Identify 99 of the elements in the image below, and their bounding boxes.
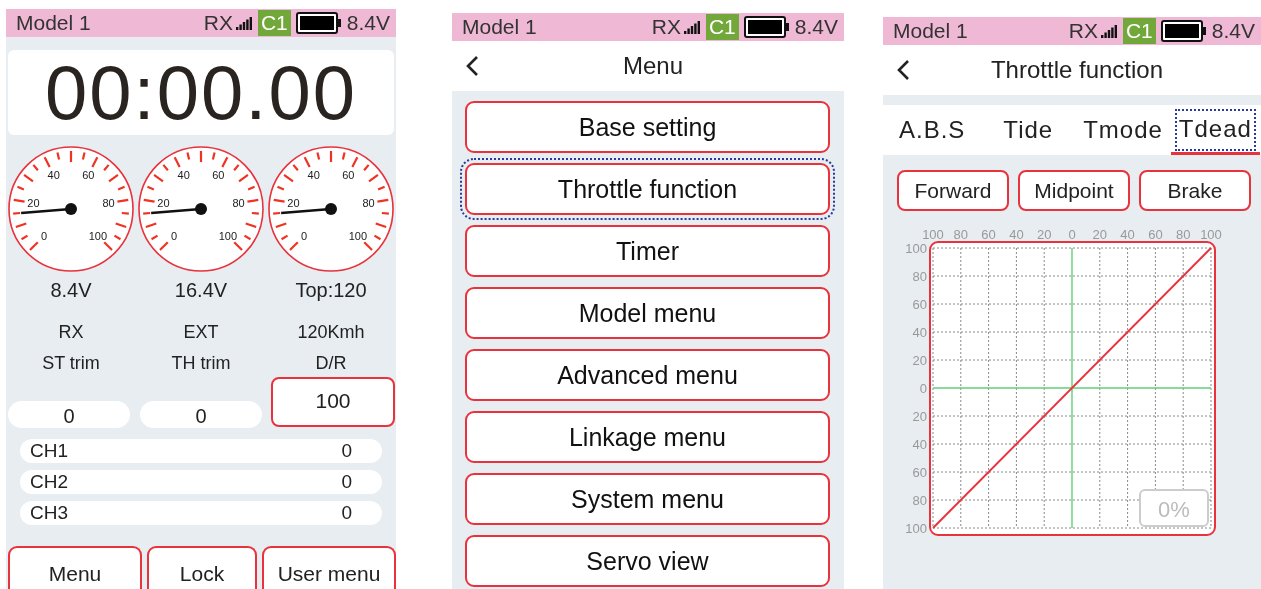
axis-tick-label: 80 (953, 227, 969, 242)
gauge-scale-label: 0 (171, 229, 178, 242)
channel-badge: C1 (1122, 18, 1156, 44)
gauge-scale-label: 60 (212, 169, 225, 182)
axis-tick-label: 40 (1009, 227, 1024, 242)
gauge-reading: 16.4V (174, 279, 228, 302)
axis-tick-label: 80 (912, 269, 927, 284)
channel-name: CH2 (30, 471, 68, 493)
axis-tick-label: 100 (922, 227, 944, 242)
gauge-scale-label: 80 (102, 197, 115, 210)
gauge-scale-label: 20 (157, 197, 170, 210)
channel-value: 0 (341, 502, 352, 524)
axis-tick-label: 40 (912, 325, 927, 340)
trim-value: 0 (8, 401, 130, 428)
channel-value: 0 (341, 471, 352, 493)
gauge-scale-label: 60 (342, 169, 355, 182)
gauge-scale-label: 40 (47, 169, 60, 182)
tab[interactable]: A.B.S (895, 108, 970, 152)
axis-tick-label: 0 (919, 381, 927, 396)
axis-tick-label: 80 (912, 493, 927, 508)
gauge-scale-label: 80 (232, 197, 245, 210)
axis-tick-label: 100 (1200, 227, 1222, 242)
signal-icon (1100, 24, 1118, 38)
gauge-scale-label: 100 (348, 229, 368, 242)
menu-item[interactable]: Advanced menu (465, 349, 830, 401)
axis-tick-label: 60 (912, 465, 927, 480)
tab[interactable]: Tmode (1079, 108, 1167, 152)
gauge-caption: RX (58, 322, 84, 343)
gauge-scale-label: 100 (218, 229, 238, 242)
menu-item[interactable]: Base setting (465, 101, 830, 153)
channel-badge: C1 (257, 10, 291, 36)
gauge-scale-label: 0 (301, 229, 308, 242)
battery-icon (743, 16, 790, 38)
screen-title: Menu (621, 52, 684, 80)
menu-item[interactable]: Linkage menu (465, 411, 830, 463)
back-icon[interactable] (465, 55, 479, 77)
gauge-caption: EXT (183, 322, 219, 343)
menu-button[interactable]: User menu (262, 546, 396, 589)
axis-tick-label: 0 (1068, 227, 1076, 242)
axis-tick-label: 40 (1120, 227, 1135, 242)
back-icon[interactable] (896, 59, 910, 81)
trim-label: TH trim (171, 353, 231, 374)
axis-tick-label: 20 (912, 409, 927, 424)
tab[interactable]: Tdead (1170, 105, 1260, 155)
axis-tick-label: 80 (1175, 227, 1191, 242)
trim-label: ST trim (42, 353, 100, 374)
gauge-scale-label: 80 (362, 197, 375, 210)
menu-item[interactable]: Timer (465, 225, 830, 277)
battery-voltage: 8.4V (346, 11, 390, 35)
mode-button[interactable]: Brake (1139, 170, 1251, 211)
axis-tick-label: 20 (912, 353, 927, 368)
gauge-scale-label: 0 (41, 229, 48, 242)
battery-voltage: 8.4V (1211, 19, 1255, 43)
axis-tick-label: 100 (905, 241, 927, 256)
gauge-scale-label: 100 (88, 229, 108, 242)
gauge-scale-label: 40 (307, 169, 320, 182)
axis-tick-label: 60 (912, 297, 927, 312)
channel-name: CH1 (30, 440, 68, 462)
channel-name: CH3 (30, 502, 68, 524)
rx-label: RX (203, 11, 233, 35)
mode-button[interactable]: Midpoint (1018, 170, 1130, 211)
menu-item[interactable]: Servo view (465, 535, 830, 587)
rx-label: RX (1068, 19, 1098, 43)
axis-tick-label: 20 (1092, 227, 1108, 242)
gauge-scale-label: 40 (177, 169, 190, 182)
model-name: Model 1 (893, 19, 968, 43)
gauge-scale-label: 60 (82, 169, 95, 182)
percent-readout: 0% (1139, 489, 1209, 527)
axis-tick-label: 40 (912, 437, 927, 452)
rx-label: RX (651, 15, 681, 39)
gauge-reading: Top:120 (295, 279, 367, 302)
channel-badge: C1 (705, 14, 739, 40)
trim-label: D/R (315, 353, 347, 374)
menu-button[interactable]: Menu (8, 546, 142, 589)
tab[interactable]: Tide (999, 108, 1058, 152)
trim-value: 0 (140, 401, 262, 428)
menu-button[interactable]: Lock (147, 546, 257, 589)
axis-tick-label: 60 (981, 227, 996, 242)
gauge-scale-label: 20 (27, 197, 40, 210)
mode-button[interactable]: Forward (897, 170, 1009, 211)
gauge-caption: 120Kmh (297, 322, 365, 343)
menu-item[interactable]: System menu (465, 473, 830, 525)
battery-voltage: 8.4V (794, 15, 838, 39)
menu-item[interactable]: Model menu (465, 287, 830, 339)
screen-title: Throttle function (989, 56, 1165, 84)
battery-icon (1160, 20, 1207, 42)
timer-display: 00:00.00 (8, 50, 394, 135)
model-name: Model 1 (16, 11, 91, 35)
gauge-scale-label: 20 (287, 197, 300, 210)
axis-tick-label: 60 (1148, 227, 1163, 242)
trim-value-box[interactable]: 100 (271, 377, 395, 427)
model-name: Model 1 (462, 15, 537, 39)
axis-tick-label: 100 (905, 521, 927, 536)
axis-tick-label: 20 (1036, 227, 1052, 242)
signal-icon (235, 16, 253, 30)
battery-icon (295, 12, 342, 34)
channel-value: 0 (341, 440, 352, 462)
gauge-reading: 8.4V (50, 279, 92, 302)
signal-icon (683, 20, 701, 34)
